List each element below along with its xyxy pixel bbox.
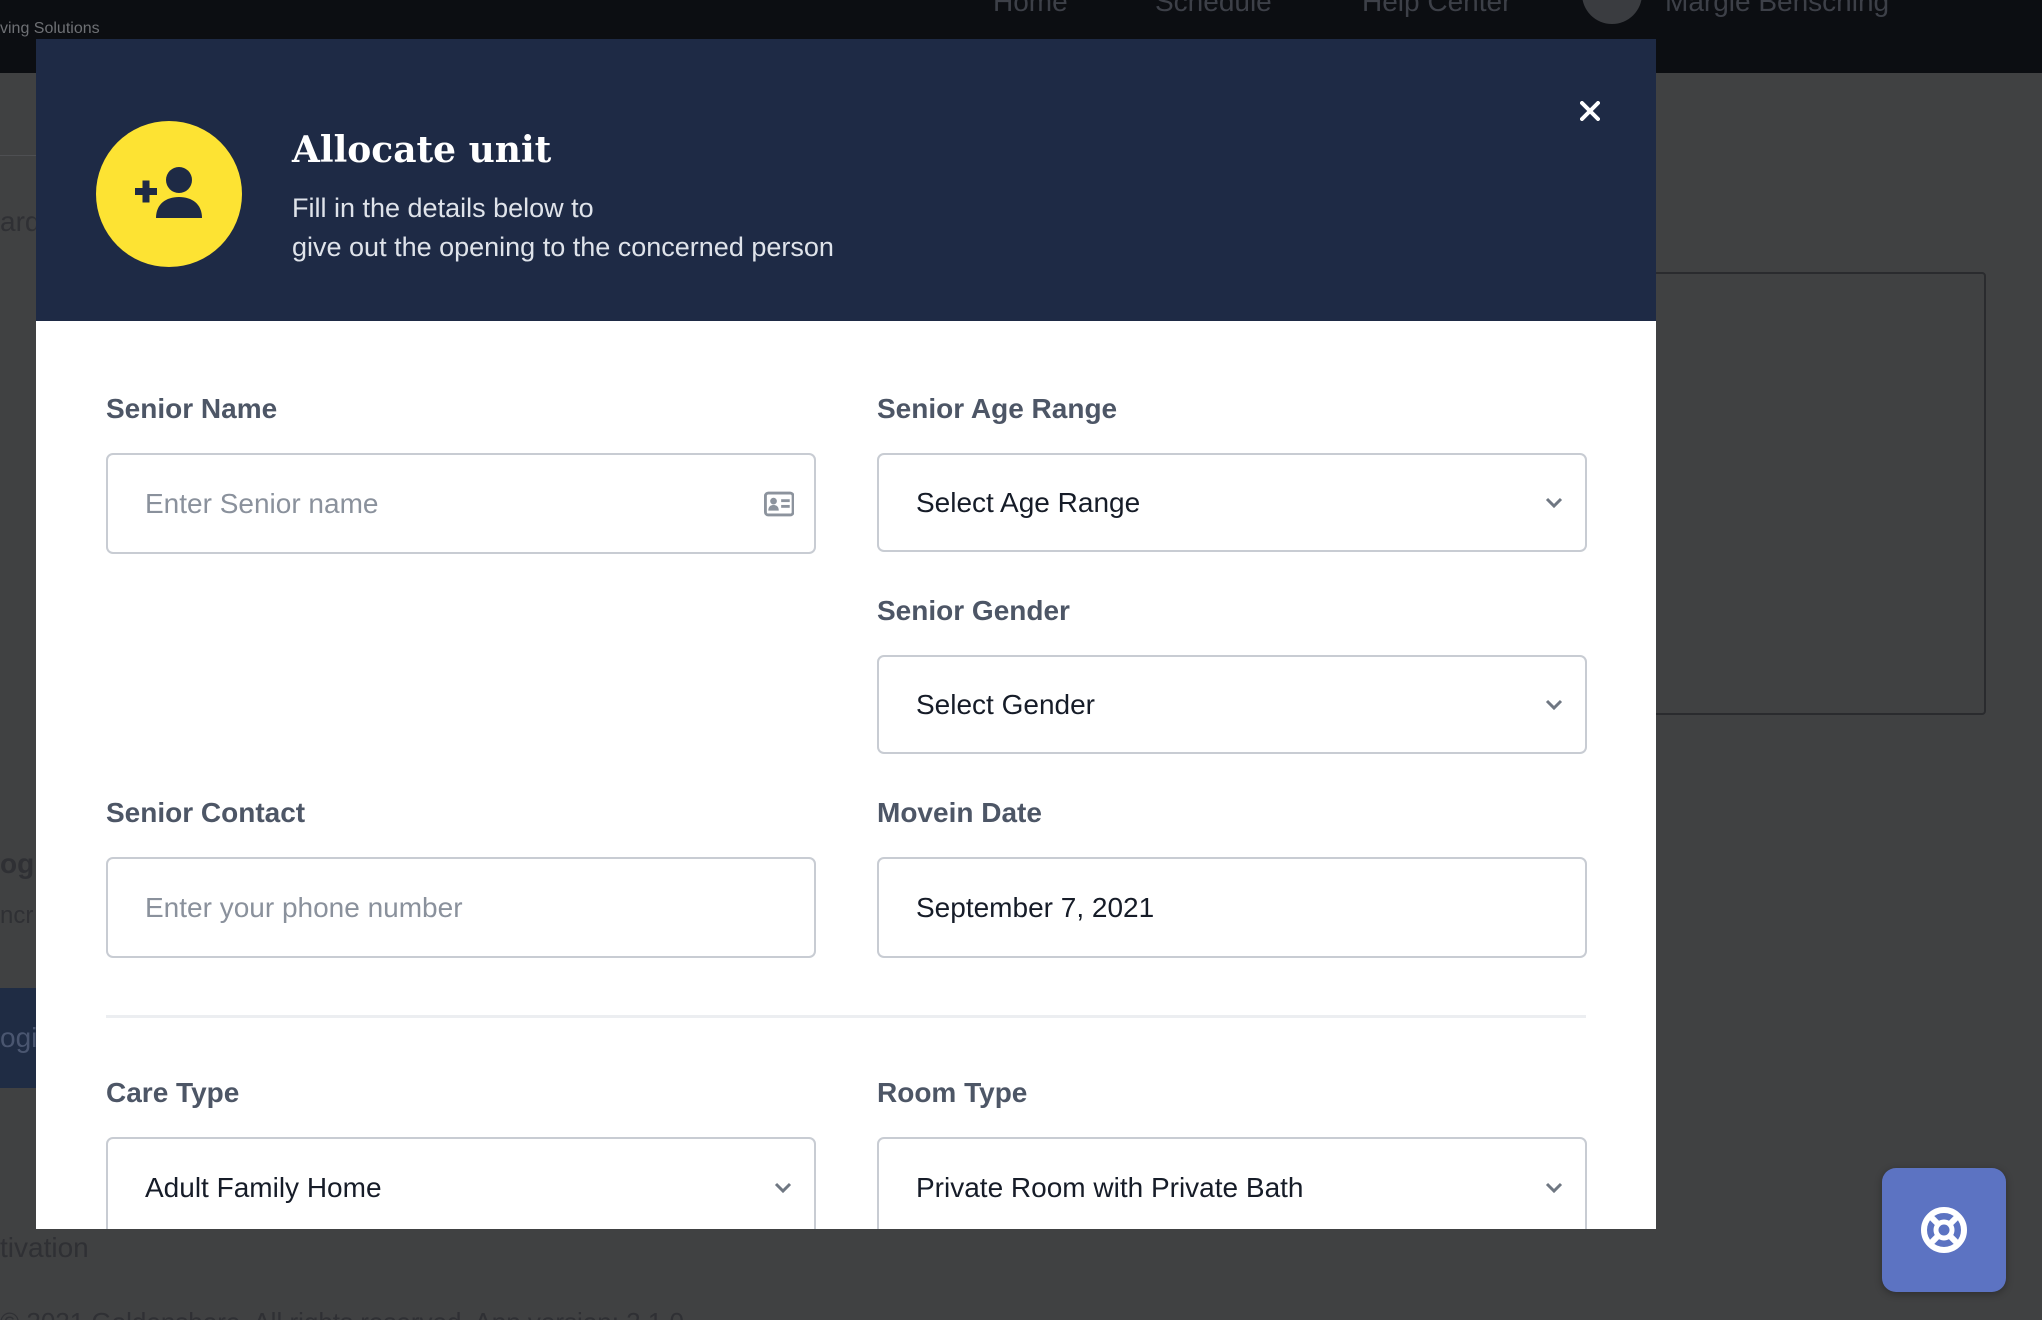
care-type-select[interactable]: Adult Family Home: [106, 1137, 816, 1229]
senior-gender-value: Select Gender: [916, 688, 1095, 720]
chevron-down-icon: [1543, 1177, 1565, 1199]
chevron-down-icon: [772, 1177, 794, 1199]
senior-name-input[interactable]: [145, 487, 764, 520]
room-type-select[interactable]: Private Room with Private Bath: [877, 1137, 1587, 1229]
senior-age-range-select[interactable]: Select Age Range: [877, 453, 1587, 552]
close-button[interactable]: [1568, 89, 1612, 133]
senior-contact-label: Senior Contact: [106, 797, 306, 828]
brand-tagline: ving Solutions: [0, 20, 100, 37]
header-icon-circle: [96, 121, 242, 267]
chevron-down-icon: [1543, 694, 1565, 716]
id-card-icon: [763, 491, 794, 516]
movein-date-value: September 7, 2021: [916, 891, 1155, 923]
close-icon: [1580, 101, 1600, 121]
allocate-unit-modal: Allocate unit Fill in the details below …: [36, 39, 1656, 1229]
user-avatar[interactable]: [1582, 0, 1642, 24]
background-text-fragment: ard: [0, 206, 41, 237]
add-user-icon: [135, 167, 202, 218]
background-text-fragment: ogi: [0, 1022, 38, 1053]
modal-subtitle: Fill in the details below to give out th…: [292, 189, 834, 267]
senior-age-range-value: Select Age Range: [916, 486, 1141, 518]
senior-gender-label: Senior Gender: [877, 595, 1070, 626]
movein-date-label: Movein Date: [877, 797, 1042, 828]
footer-text: © 2021 Goldenshore. All rights reserved.…: [0, 1307, 684, 1320]
nav-home-link[interactable]: Home: [993, 0, 1068, 18]
chevron-down-icon: [1543, 492, 1565, 514]
modal-subtitle-line: Fill in the details below to: [292, 193, 594, 223]
senior-name-label: Senior Name: [106, 393, 278, 424]
user-name[interactable]: Margie Bensching: [1665, 0, 1889, 18]
background-text-fragment: ncr: [0, 902, 34, 929]
modal-subtitle-line: give out the opening to the concerned pe…: [292, 232, 834, 262]
background-card: [1640, 272, 1986, 715]
senior-gender-select[interactable]: Select Gender: [877, 655, 1587, 754]
movein-date-field[interactable]: September 7, 2021: [877, 857, 1587, 958]
background-divider: [0, 155, 40, 156]
senior-age-range-label: Senior Age Range: [877, 393, 1118, 424]
senior-name-field[interactable]: [106, 453, 816, 554]
care-type-label: Care Type: [106, 1077, 240, 1108]
nav-help-center-link[interactable]: Help Center: [1362, 0, 1511, 18]
help-button[interactable]: [1882, 1168, 2006, 1292]
senior-contact-input[interactable]: [145, 891, 794, 924]
room-type-label: Room Type: [877, 1077, 1028, 1108]
nav-schedule-link[interactable]: Schedule: [1155, 0, 1272, 18]
background-text-fragment: tivation: [0, 1232, 89, 1263]
senior-contact-field[interactable]: [106, 857, 816, 958]
modal-header: Allocate unit Fill in the details below …: [36, 39, 1656, 321]
room-type-value: Private Room with Private Bath: [916, 1171, 1304, 1203]
lifebuoy-icon: [1921, 1207, 1967, 1253]
modal-title: Allocate unit: [292, 129, 552, 171]
form-divider: [106, 1015, 1586, 1018]
care-type-value: Adult Family Home: [145, 1171, 382, 1203]
